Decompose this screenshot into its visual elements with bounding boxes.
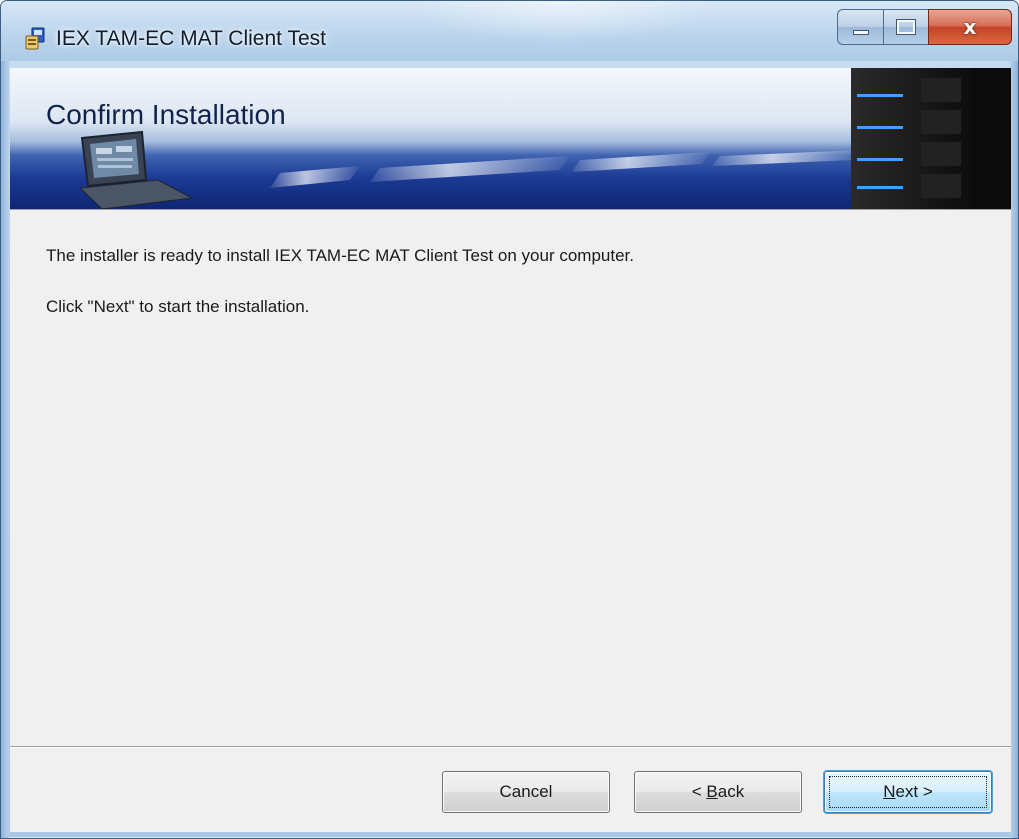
next-button[interactable]: Next > <box>824 771 992 813</box>
laptop-illustration <box>78 130 194 209</box>
window-frame-right <box>1010 61 1018 838</box>
page-title: Confirm Installation <box>46 99 286 130</box>
banner-light-streak <box>270 150 860 188</box>
ready-message: The installer is ready to install IEX TA… <box>46 246 634 265</box>
close-icon: x <box>963 15 977 39</box>
cancel-button[interactable]: Cancel <box>442 771 610 813</box>
back-button-accelerator: B <box>706 782 718 801</box>
window-frame-left <box>1 61 9 838</box>
title-bar[interactable]: IEX TAM-EC MAT Client Test x <box>1 1 1018 63</box>
instruction-message: Click "Next" to start the installation. <box>46 297 310 316</box>
maximize-button[interactable] <box>883 9 928 45</box>
installer-window: IEX TAM-EC MAT Client Test x Confirm Ins… <box>0 0 1019 839</box>
button-bar: Cancel < Back Next > <box>10 746 1011 832</box>
close-button[interactable]: x <box>928 9 1012 45</box>
content-area: The installer is ready to install IEX TA… <box>10 209 1011 746</box>
minimize-icon <box>852 29 869 35</box>
maximize-icon <box>896 19 916 35</box>
cancel-button-label: Cancel <box>499 782 553 801</box>
next-button-rest: ext > <box>895 782 933 801</box>
window-title: IEX TAM-EC MAT Client Test <box>56 27 326 50</box>
next-button-label: Next > <box>883 782 933 802</box>
header-banner: Confirm Installation <box>10 68 1011 209</box>
back-button[interactable]: < Back <box>634 771 802 813</box>
back-button-label: < Back <box>692 782 744 802</box>
server-illustration <box>851 68 1011 209</box>
installer-icon <box>25 27 45 50</box>
minimize-button[interactable] <box>837 9 883 45</box>
back-button-prefix: < <box>691 782 707 801</box>
next-button-accelerator: N <box>883 782 896 801</box>
back-button-rest: ack <box>717 782 745 801</box>
caption-buttons: x <box>837 9 1012 45</box>
